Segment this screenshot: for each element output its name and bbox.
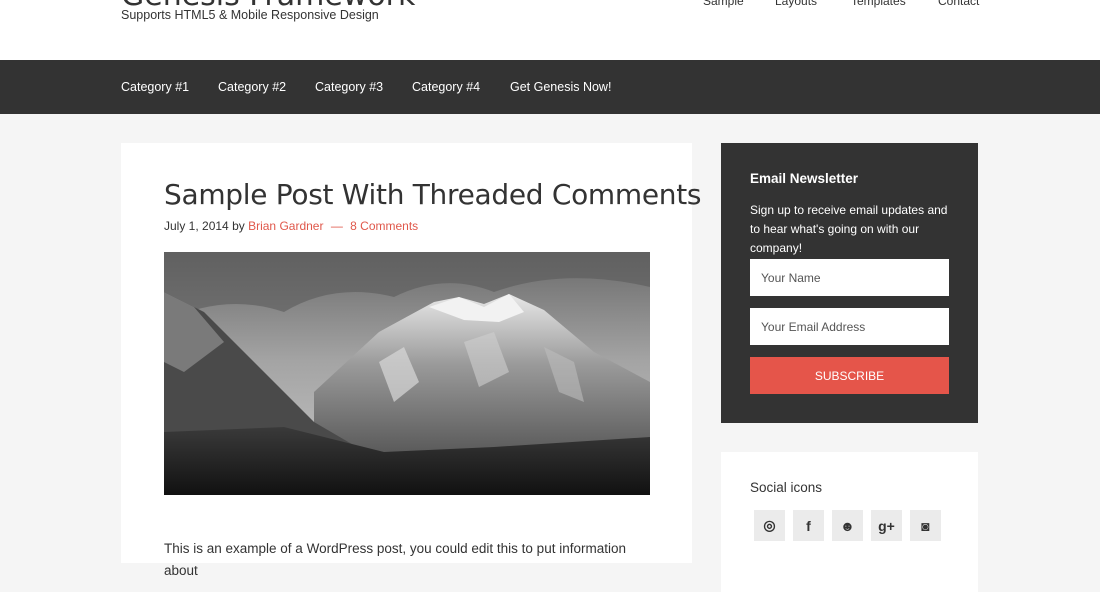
post-article: Sample Post With Threaded Comments July …: [121, 143, 702, 578]
primary-nav: Category #1 Category #2 Category #3 Cate…: [0, 60, 1100, 114]
site-description: Supports HTML5 & Mobile Responsive Desig…: [121, 8, 379, 22]
email-input[interactable]: [750, 308, 949, 345]
nav-item-templates[interactable]: Templates: [851, 0, 906, 8]
nav-category-1[interactable]: Category #1: [121, 80, 189, 94]
newsletter-title: Email Newsletter: [750, 171, 859, 186]
post-by: by: [232, 219, 245, 233]
nav-item-layouts[interactable]: Layouts: [775, 0, 817, 8]
nav-item-contact[interactable]: Contact: [938, 0, 979, 8]
post-comments-link[interactable]: 8 Comments: [350, 219, 418, 233]
github-icon[interactable]: ☻: [832, 510, 863, 541]
newsletter-description: Sign up to receive email updates and to …: [750, 203, 948, 255]
subscribe-button[interactable]: Subscribe: [750, 357, 949, 394]
nav-category-2[interactable]: Category #2: [218, 80, 286, 94]
mountain-photo: [164, 252, 650, 495]
nav-category-3[interactable]: Category #3: [315, 80, 383, 94]
meta-separator: —: [330, 219, 343, 233]
name-input[interactable]: [750, 259, 949, 296]
newsletter-widget: Email Newsletter Sign up to receive emai…: [721, 143, 978, 423]
google-plus-icon[interactable]: g+: [871, 510, 902, 541]
site-header: Genesis Framework Supports HTML5 & Mobil…: [0, 0, 1100, 60]
dribbble-icon[interactable]: ◎: [754, 510, 785, 541]
nav-category-4[interactable]: Category #4: [412, 80, 480, 94]
post-date: July 1, 2014: [164, 219, 229, 233]
nav-item-sample[interactable]: Sample: [703, 0, 744, 8]
post-author-link[interactable]: Brian Gardner: [248, 219, 323, 233]
social-widget: Social icons ◎ f ☻ g+ ◙: [721, 452, 978, 592]
instagram-icon[interactable]: ◙: [910, 510, 941, 541]
social-title: Social icons: [750, 480, 823, 495]
post-meta: July 1, 2014 by Brian Gardner — 8 Commen…: [164, 219, 418, 233]
post-excerpt: This is an example of a WordPress post, …: [164, 540, 626, 578]
facebook-icon[interactable]: f: [793, 510, 824, 541]
featured-image: [164, 252, 650, 495]
post-title[interactable]: Sample Post With Threaded Comments: [164, 178, 702, 211]
nav-get-genesis[interactable]: Get Genesis Now!: [510, 80, 611, 94]
header-nav: Sample Layouts Templates Contact: [0, 0, 1100, 8]
